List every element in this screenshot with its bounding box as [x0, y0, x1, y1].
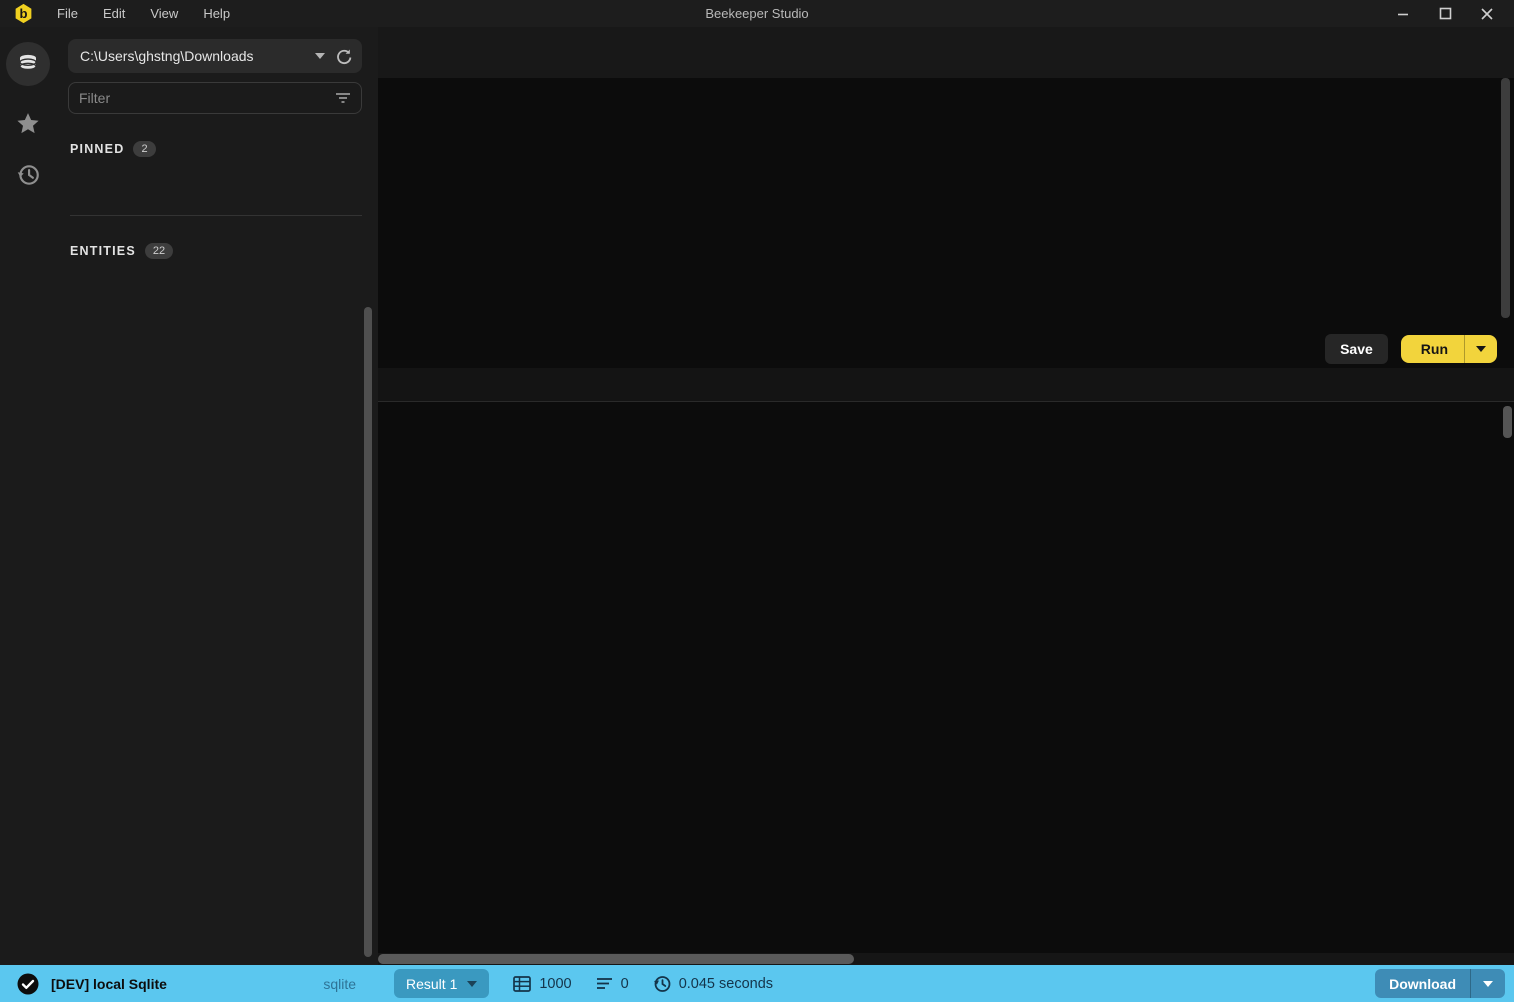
- menu-help[interactable]: Help: [203, 6, 230, 21]
- main-panel: Save Run: [378, 27, 1514, 965]
- db-type-label: sqlite: [323, 975, 356, 992]
- menu-edit[interactable]: Edit: [103, 6, 125, 21]
- save-button[interactable]: Save: [1325, 334, 1388, 364]
- results-header: [378, 368, 1514, 402]
- status-bar: [DEV] local Sqlite sqlite Result 1 1000 …: [0, 965, 1514, 1002]
- pinned-item-customer[interactable]: [55, 163, 352, 195]
- sidebar-scrollbar[interactable]: [364, 307, 372, 957]
- results-table: [378, 368, 1514, 965]
- filter-icon: [336, 93, 350, 103]
- svg-text:b: b: [19, 6, 27, 21]
- maximize-button[interactable]: [1434, 3, 1456, 25]
- pinned-count-badge: 2: [133, 141, 156, 157]
- editor-actions: Save Run: [378, 330, 1514, 368]
- filter-field: [68, 82, 362, 114]
- pinned-section-header: PINNED 2: [70, 141, 362, 157]
- horizontal-scrollbar[interactable]: [378, 953, 1514, 965]
- favorites-star-icon[interactable]: [15, 111, 41, 137]
- affected-rows-stat: 0: [596, 976, 629, 992]
- sidebar: C:\Users\ghstng\Downloads PINNED 2: [55, 27, 378, 965]
- sql-editor[interactable]: [378, 78, 1514, 330]
- titlebar: b File Edit View Help Beekeeper Studio: [0, 0, 1514, 27]
- close-button[interactable]: [1476, 3, 1498, 25]
- tab-bar: [378, 27, 1514, 78]
- run-dropdown-button[interactable]: [1465, 346, 1497, 352]
- editor-scrollbar[interactable]: [1501, 78, 1510, 318]
- filter-input[interactable]: [79, 90, 335, 106]
- connection-name: [DEV] local Sqlite: [51, 975, 167, 992]
- run-button[interactable]: Run: [1400, 335, 1497, 363]
- minimize-button[interactable]: [1392, 3, 1414, 25]
- icon-rail: [0, 27, 55, 965]
- entities-count-badge: 22: [144, 243, 174, 259]
- line-numbers: [378, 87, 410, 330]
- row-count-stat: 1000: [513, 975, 572, 992]
- table-icon: [513, 975, 532, 992]
- refresh-icon[interactable]: [335, 48, 352, 65]
- clock-icon: [653, 975, 671, 992]
- chevron-down-icon: [467, 980, 478, 987]
- chevron-down-icon: [1476, 346, 1486, 352]
- result-selector[interactable]: Result 1: [394, 969, 490, 998]
- menu-view[interactable]: View: [150, 6, 178, 21]
- rows-icon: [596, 978, 612, 989]
- menu-file[interactable]: File: [57, 6, 78, 21]
- entities-section-header: ENTITIES 22: [70, 243, 362, 259]
- menu-bar: File Edit View Help: [57, 6, 230, 21]
- results-rows: [378, 402, 1514, 965]
- chevron-down-icon: [315, 53, 325, 59]
- beekeeper-logo-icon: b: [15, 3, 32, 24]
- query-time-stat: 0.045 seconds: [653, 975, 773, 993]
- history-icon[interactable]: [15, 162, 41, 188]
- connection-ok-icon: [17, 973, 39, 995]
- vertical-scroll-thumb[interactable]: [1503, 406, 1512, 438]
- download-button[interactable]: Download: [1375, 969, 1505, 998]
- connection-path: C:\Users\ghstng\Downloads: [80, 48, 254, 64]
- chevron-down-icon: [1483, 980, 1493, 987]
- database-nav-icon[interactable]: [5, 42, 50, 86]
- connection-selector[interactable]: C:\Users\ghstng\Downloads: [68, 39, 362, 73]
- horizontal-scroll-thumb[interactable]: [378, 954, 854, 964]
- download-dropdown-button[interactable]: [1471, 980, 1505, 987]
- sidebar-divider: [70, 215, 362, 216]
